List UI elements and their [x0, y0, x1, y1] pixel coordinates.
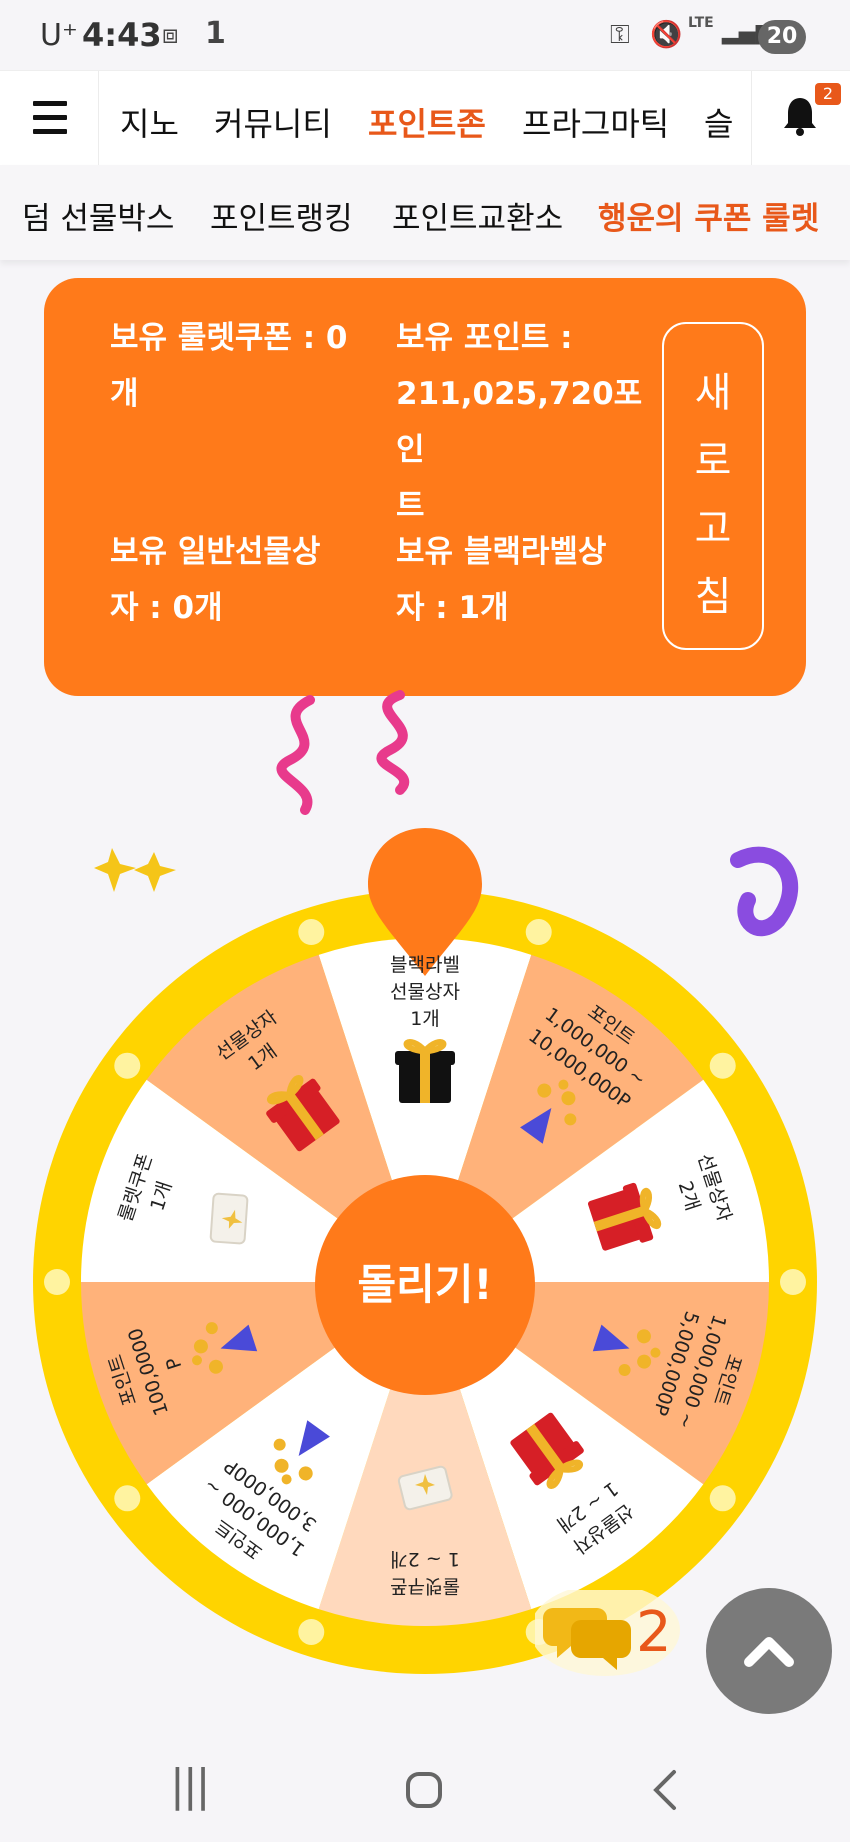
black-label-box-count: 보유 블랙라벨상 자 : 1개 — [396, 524, 656, 636]
hamburger-icon-bar — [33, 115, 67, 120]
sub-navigation: 덤 선물박스 포인트랭킹 포인트교환소 행운의 쿠폰 룰렛 — [0, 165, 850, 260]
normal-box-line: 자 : 0개 — [110, 590, 223, 626]
holdings-card: 보유 룰렛쿠폰 : 0 개 보유 포인트 : 211,025,720포인 트 보… — [44, 278, 806, 696]
subtab-lucky-roulette[interactable]: 행운의 쿠폰 룰렛 — [598, 193, 819, 238]
point-balance: 보유 포인트 : 211,025,720포인 트 — [396, 310, 656, 534]
network-type: LTE — [688, 15, 714, 31]
top-navigation: 지노 커뮤니티 포인트존 프라그마틱 슬 2 — [0, 70, 850, 166]
wheel-segment-label-line: 룰렛쿠폰 — [390, 1575, 460, 1597]
refresh-char: 로 — [694, 438, 732, 484]
point-balance-line: 211,025,720포인 — [396, 376, 643, 468]
status-bar: U⁺ 4:43 ⧈ 1 ⚿ 🔇 LTE ▂▄▆ 20 — [0, 0, 850, 70]
rim-light — [525, 919, 552, 946]
rim-light — [298, 919, 325, 946]
mute-icon: 🔇 — [650, 20, 683, 50]
coupon-count-line: 보유 룰렛쿠폰 : 0 — [110, 320, 348, 356]
chat-count: 2 — [636, 1600, 672, 1665]
wheel-segment-label-line: 1 ~ 2개 — [390, 1548, 460, 1570]
clock: 4:43 — [82, 16, 162, 54]
hamburger-icon-bar — [33, 129, 67, 134]
black-gift-box-icon — [395, 1039, 455, 1103]
subtab-point-ranking[interactable]: 포인트랭킹 — [210, 193, 353, 238]
refresh-button[interactable]: 새 로 고 침 — [662, 322, 764, 650]
recent-apps-icon[interactable]: ||| — [170, 1760, 211, 1811]
subtab-gift-box[interactable]: 덤 선물박스 — [22, 193, 174, 238]
wheel-segment-label-line: 선물상자 — [390, 980, 460, 1003]
rim-light — [780, 1269, 806, 1295]
roulette-coupon-count: 보유 룰렛쿠폰 : 0 개 — [110, 310, 350, 422]
refresh-char: 고 — [694, 506, 732, 552]
tab-jino[interactable]: 지노 — [120, 99, 179, 145]
key-icon: ⚿ — [610, 20, 630, 50]
tab-slot[interactable]: 슬 — [704, 99, 733, 145]
hamburger-icon — [33, 101, 67, 106]
refresh-char: 침 — [694, 574, 732, 620]
scroll-to-top-button[interactable] — [706, 1588, 832, 1714]
refresh-char: 새 — [694, 370, 732, 416]
rim-light — [114, 1485, 141, 1512]
roulette-wheel[interactable]: 블랙라벨 선물상자 1개 포인트 1,000,000 ~10,000,000P 선물상자 2… — [0, 820, 850, 1700]
black-box-line: 자 : 1개 — [396, 590, 509, 626]
point-balance-line: 보유 포인트 : — [396, 320, 573, 356]
notification-badge: 2 — [815, 83, 841, 105]
rim-light — [709, 1052, 736, 1079]
chevron-up-icon — [744, 1637, 794, 1667]
spin-button[interactable]: 돌리기! — [315, 1175, 535, 1395]
menu-button[interactable] — [0, 71, 99, 165]
confetti-ribbon-icon — [276, 690, 410, 815]
normal-gift-box-count: 보유 일반선물상 자 : 0개 — [110, 524, 350, 636]
status-extra: 1 — [205, 16, 226, 51]
wheel-segment-label-line: 블랙라벨 — [390, 953, 460, 976]
home-icon[interactable] — [404, 1770, 444, 1810]
rim-light — [709, 1485, 736, 1512]
tab-point-zone[interactable]: 포인트존 — [368, 99, 486, 145]
screenshot-icon: ⧈ — [162, 20, 179, 50]
system-navigation-bar: ||| — [0, 1740, 850, 1842]
wheel-segment-label: 룰렛쿠폰 1 ~ 2개 — [325, 1545, 525, 1599]
subtab-point-exchange[interactable]: 포인트교환소 — [392, 193, 563, 238]
carrier-label: U⁺ — [40, 18, 78, 53]
tab-community[interactable]: 커뮤니티 — [214, 99, 332, 145]
back-icon[interactable] — [650, 1768, 680, 1812]
rim-light — [44, 1269, 70, 1295]
rim-light — [298, 1618, 325, 1645]
notification-button[interactable]: 2 — [751, 71, 850, 165]
coupon-count-line: 개 — [110, 376, 139, 412]
rim-light — [114, 1052, 141, 1079]
main-tabs: 지노 커뮤니티 포인트존 프라그마틱 슬 — [98, 71, 750, 165]
battery-indicator: 20 — [758, 20, 806, 54]
tab-pragmatic[interactable]: 프라그마틱 — [522, 99, 669, 145]
black-box-line: 보유 블랙라벨상 — [396, 534, 607, 570]
normal-box-line: 보유 일반선물상 — [110, 534, 321, 570]
bell-icon — [784, 98, 816, 136]
